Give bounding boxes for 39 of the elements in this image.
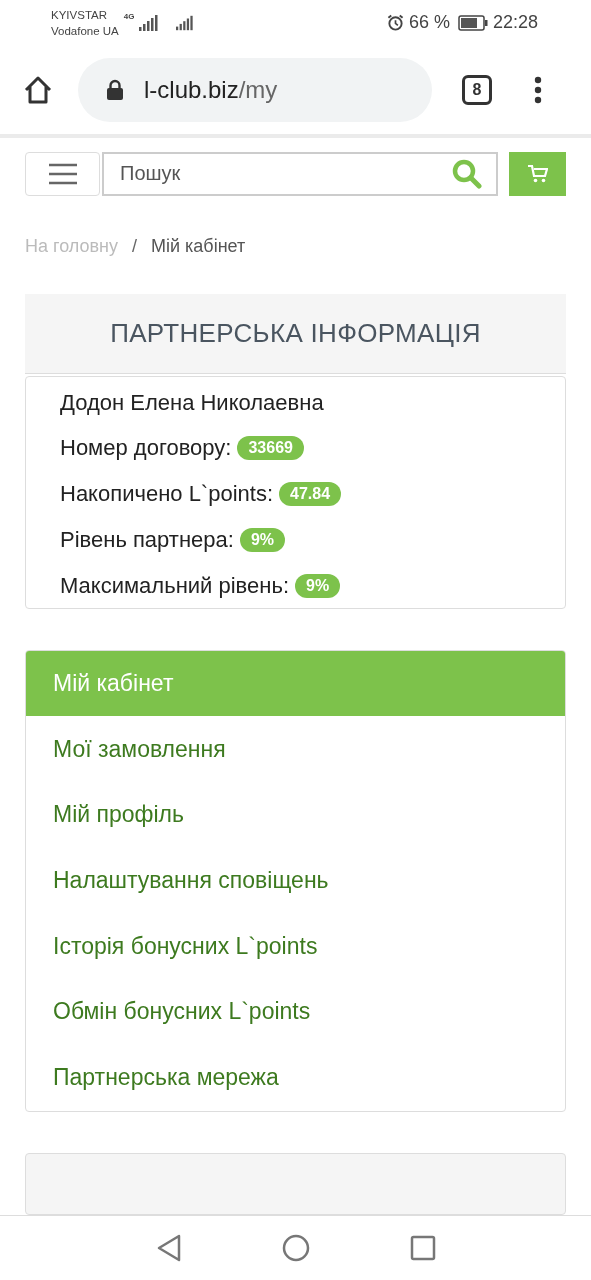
breadcrumb-current: Мій кабінет xyxy=(151,236,246,257)
network-type: 4G xyxy=(123,12,135,21)
url-text: l-club.biz/my xyxy=(144,75,278,104)
address-bar[interactable]: l-club.biz/my xyxy=(78,57,432,122)
alarm-icon xyxy=(386,14,404,31)
signal-icon xyxy=(139,14,160,31)
menu-item[interactable]: Мої замовлення xyxy=(26,716,565,783)
recents-icon[interactable] xyxy=(409,1235,436,1261)
partner-name: Додон Елена Николаевна xyxy=(60,388,325,417)
signal-icon xyxy=(176,14,195,31)
clock: 22:28 xyxy=(492,12,538,33)
home-circle-icon[interactable] xyxy=(281,1234,310,1262)
lock-icon xyxy=(106,78,124,101)
cart-icon xyxy=(527,164,548,183)
info-label: Накопичено L`points: xyxy=(60,481,273,508)
battery-percent: 66 % xyxy=(408,12,450,33)
info-label: Максимальний рівень: xyxy=(60,573,289,600)
menu-button[interactable] xyxy=(25,152,100,196)
menu-item[interactable]: Обмін бонусних L`points xyxy=(26,978,565,1045)
menu-item[interactable]: Мій профіль xyxy=(26,782,565,848)
value-badge: 47.84 xyxy=(279,482,342,507)
breadcrumb-separator: / xyxy=(132,236,138,257)
carrier-name: KYIVSTAR xyxy=(51,7,109,23)
battery-icon xyxy=(457,14,488,31)
more-icon[interactable] xyxy=(534,75,542,104)
tab-count-button[interactable]: 8 xyxy=(462,74,492,105)
search-field[interactable]: Пошук xyxy=(102,152,498,196)
value-badge: 9% xyxy=(295,574,341,599)
info-label: Рівень партнера: xyxy=(60,527,234,554)
back-icon[interactable] xyxy=(155,1234,182,1262)
menu-item[interactable]: Історія бонусних L`points xyxy=(26,913,565,979)
menu-item[interactable]: Налаштування сповіщень xyxy=(26,847,565,914)
menu-item[interactable]: Партнерська мережа xyxy=(26,1044,565,1110)
carrier-name: Vodafone UA xyxy=(51,23,119,39)
menu-icon xyxy=(48,162,77,185)
value-badge: 9% xyxy=(239,528,286,553)
info-label: Номер договору: xyxy=(60,435,232,462)
panel-title: ПАРТНЕРСЬКА ІНФОРМАЦІЯ xyxy=(110,318,481,350)
value-badge: 33669 xyxy=(237,436,304,461)
